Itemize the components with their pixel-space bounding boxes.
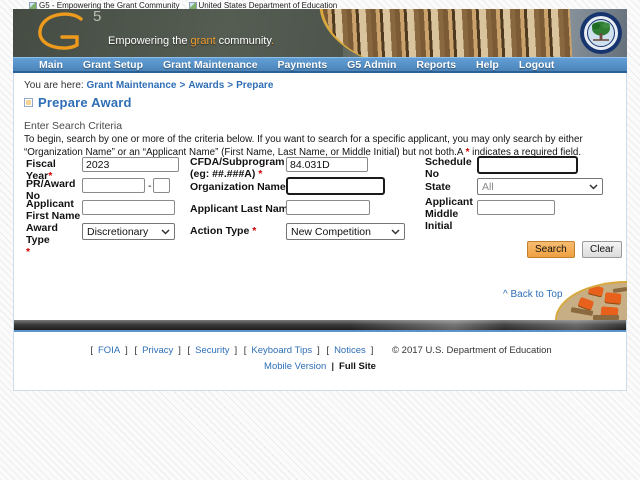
page-title: Prepare Award xyxy=(38,95,132,110)
back-to-top-link[interactable]: ^ Back to Top xyxy=(503,289,563,300)
footer-link-security[interactable]: Security xyxy=(195,345,229,356)
breadcrumb: You are here: Grant Maintenance > Awards > P… xyxy=(24,80,273,91)
cfda-subprogram-label: CFDA/Subprogram (eg: ##.###A) * xyxy=(190,156,285,180)
action-type-select[interactable]: New Competition xyxy=(286,223,405,240)
mobile-version-link[interactable]: Mobile Version xyxy=(264,361,326,372)
schedule-no-input[interactable] xyxy=(477,156,578,174)
nav-g5-admin[interactable]: G5 Admin xyxy=(337,59,406,71)
footer-link-privacy[interactable]: Privacy xyxy=(142,345,173,356)
copyright-text: © 2017 U.S. Department of Education xyxy=(392,345,552,356)
footer-link-keyboard-tips[interactable]: Keyboard Tips xyxy=(251,345,312,356)
breadcrumb-separator: > xyxy=(179,80,186,91)
breadcrumb-awards[interactable]: Awards xyxy=(188,80,224,91)
applicant-last-name-input[interactable] xyxy=(286,200,370,215)
full-site-label: Full Site xyxy=(339,361,376,372)
nav-payments[interactable]: Payments xyxy=(268,59,338,71)
breadcrumb-grant-maintenance[interactable]: Grant Maintenance xyxy=(86,80,176,91)
award-type-label: Award Type * xyxy=(26,222,58,258)
fiscal-year-input[interactable] xyxy=(82,157,179,172)
library-bookshelf-image xyxy=(319,9,573,57)
breadcrumb-prepare[interactable]: Prepare xyxy=(236,80,273,91)
banner-tagline: Empowering the grant community. xyxy=(108,35,275,47)
pr-award-dash: - xyxy=(148,180,152,192)
nav-grant-maintenance[interactable]: Grant Maintenance xyxy=(153,59,268,71)
footer-link-foia[interactable]: FOIA xyxy=(98,345,120,356)
chevron-down-icon xyxy=(589,184,598,190)
pr-award-suffix-input[interactable] xyxy=(153,178,170,193)
clear-button[interactable]: Clear xyxy=(582,241,622,258)
organization-name-input[interactable] xyxy=(286,177,385,195)
g5-logo-icon xyxy=(29,12,91,57)
footer-divider-bar xyxy=(14,320,626,330)
chevron-down-icon xyxy=(391,229,400,235)
award-type-select[interactable]: Discretionary xyxy=(82,223,175,240)
state-label: State xyxy=(425,181,451,193)
pr-award-no-input[interactable] xyxy=(82,178,145,193)
main-navigation: Main Grant Setup Grant Maintenance Payme… xyxy=(13,57,627,73)
applicant-first-name-input[interactable] xyxy=(82,200,175,215)
g5-application-window: G5 - Empowering the Grant Community Unit… xyxy=(13,0,627,391)
footer-blue-line xyxy=(14,330,626,332)
cfda-subprogram-input[interactable] xyxy=(286,157,368,172)
state-select[interactable]: All xyxy=(477,178,603,195)
applicant-middle-initial-input[interactable] xyxy=(477,200,555,215)
organization-name-label: Organization Name xyxy=(190,181,286,193)
footer-links: [FOIA] [Privacy] [Security] [Keyboard Ti… xyxy=(90,345,552,356)
nav-logout[interactable]: Logout xyxy=(509,59,565,71)
nav-main[interactable]: Main xyxy=(29,59,73,71)
breadcrumb-prefix: You are here: xyxy=(24,80,84,91)
action-type-label: Action Type * xyxy=(190,225,257,237)
applicant-middle-initial-label: Applicant Middle Initial xyxy=(425,196,473,232)
footer-link-notices[interactable]: Notices xyxy=(334,345,366,356)
g5-logo-five: 5 xyxy=(93,9,102,25)
content-area: You are here: Grant Maintenance > Awards > P… xyxy=(13,73,627,391)
footer-site-mode: Mobile Version | Full Site xyxy=(14,361,626,372)
classroom-chairs-image xyxy=(555,281,627,320)
search-button[interactable]: Search xyxy=(527,241,575,258)
dept-of-education-seal-icon xyxy=(579,11,623,55)
nav-help[interactable]: Help xyxy=(466,59,509,71)
applicant-last-name-label: Applicant Last Name xyxy=(190,203,294,215)
header-banner: 5 Empowering the grant community. xyxy=(13,9,627,57)
prepare-award-icon xyxy=(24,98,33,107)
nav-grant-setup[interactable]: Grant Setup xyxy=(73,59,153,71)
chevron-down-icon xyxy=(161,229,170,235)
footer-pipe: | xyxy=(331,361,335,372)
breadcrumb-separator: > xyxy=(227,80,234,91)
nav-reports[interactable]: Reports xyxy=(406,59,466,71)
applicant-first-name-label: Applicant First Name xyxy=(26,198,81,222)
section-heading: Enter Search Criteria xyxy=(24,120,123,132)
schedule-no-label: Schedule No xyxy=(425,156,472,180)
